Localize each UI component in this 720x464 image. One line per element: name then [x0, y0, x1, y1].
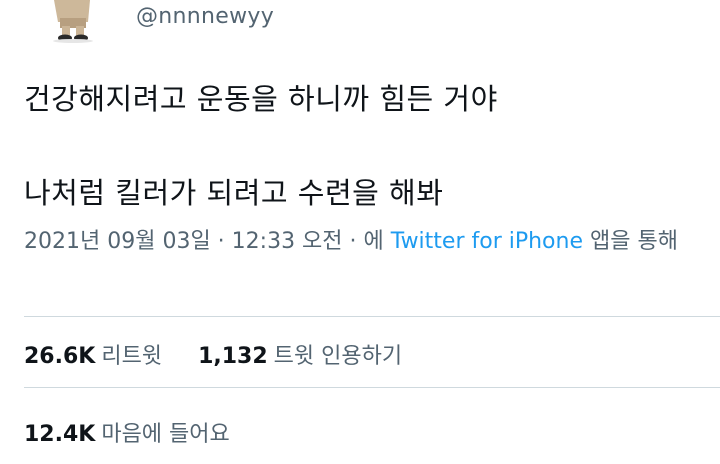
retweets-label: 리트윗 — [101, 344, 163, 369]
profile-figure-icon — [40, 0, 106, 44]
likes-label: 마음에 들어요 — [101, 422, 230, 447]
likes-stat[interactable]: 12.4K 마음에 들어요 — [24, 422, 230, 447]
source-app-link[interactable]: Twitter for iPhone — [391, 229, 583, 254]
divider — [24, 387, 720, 388]
source-suffix: 앱을 통해 — [590, 229, 678, 254]
divider — [24, 316, 720, 317]
quotes-stat[interactable]: 1,132 트윗 인용하기 — [198, 344, 402, 369]
quotes-count: 1,132 — [198, 344, 268, 369]
engagement-row: 26.6K 리트윗 1,132 트윗 인용하기 — [24, 338, 402, 370]
author-handle[interactable]: @nnnnewyy — [136, 4, 274, 29]
tweet-meta: 2021년 09월 03일 · 12:33 오전 · 에 Twitter for… — [24, 225, 704, 258]
tweet-text-line-1: 건강해지려고 운동을 하니까 힘든 거야 — [24, 82, 498, 116]
retweets-stat[interactable]: 26.6K 리트윗 — [24, 344, 169, 369]
retweets-count: 26.6K — [24, 344, 96, 369]
likes-row: 12.4K 마음에 들어요 — [24, 416, 230, 448]
likes-count: 12.4K — [24, 422, 96, 447]
tweet-timestamp[interactable]: 2021년 09월 03일 · 12:33 오전 · 에 — [24, 229, 384, 254]
tweet-text-line-2: 나처럼 킬러가 되려고 수련을 해봐 — [24, 176, 444, 210]
avatar[interactable] — [40, 0, 106, 44]
quotes-label: 트윗 인용하기 — [273, 344, 403, 369]
